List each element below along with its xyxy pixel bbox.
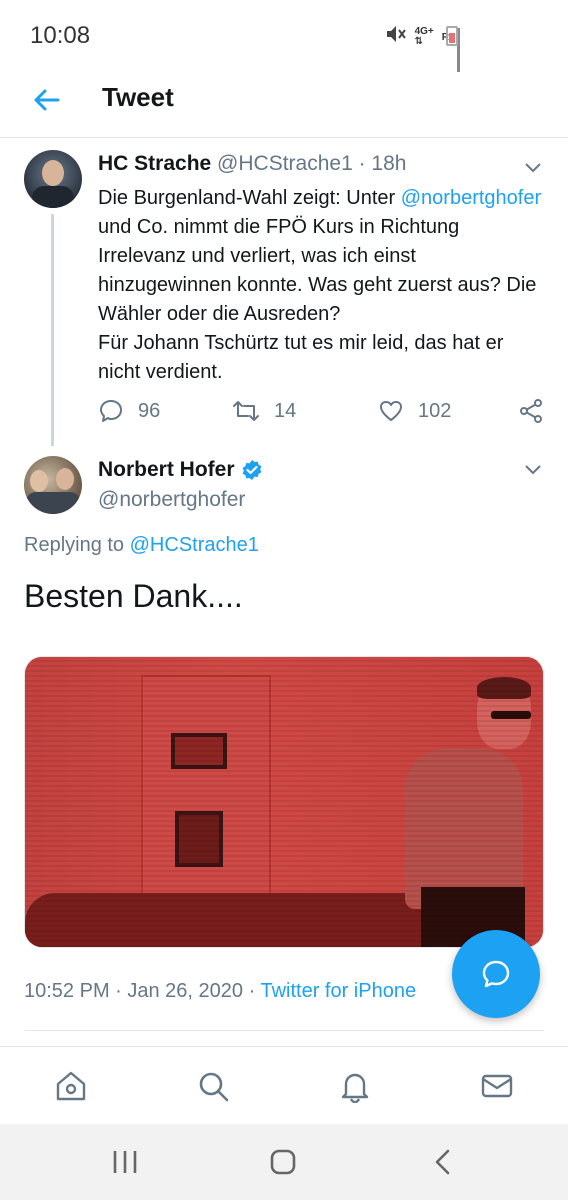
recent-apps-icon xyxy=(113,1151,137,1173)
system-back-button[interactable] xyxy=(428,1148,458,1176)
thread-line xyxy=(51,214,54,446)
recent-apps-button[interactable] xyxy=(110,1148,140,1176)
bottom-tab-bar xyxy=(0,1046,568,1124)
verified-badge-icon xyxy=(242,460,261,480)
tweet2-timestamp: 10:52 PM · Jan 26, 2020 · xyxy=(24,980,261,1002)
back-button[interactable] xyxy=(28,82,64,118)
tweet1-text-part: und Co. nimmt die FPÖ Kurs in Richtung I… xyxy=(98,216,537,325)
reply-count: 96 xyxy=(138,399,161,422)
retweet-button[interactable]: 14 xyxy=(232,398,296,424)
compose-reply-button[interactable] xyxy=(452,930,540,1018)
status-time: 10:08 xyxy=(30,22,91,49)
app-header: Tweet xyxy=(0,72,568,138)
tweet1-text-line2: Für Johann Tschürtz tut es mir leid, das… xyxy=(98,332,504,383)
compose-reply-icon xyxy=(482,960,510,988)
status-bar: 10:08 4G+ ⇅ R xyxy=(0,0,568,72)
tab-home[interactable] xyxy=(54,1069,88,1103)
tweet2-author-name[interactable]: Norbert Hofer xyxy=(98,458,235,482)
share-button[interactable] xyxy=(518,398,544,424)
bell-icon xyxy=(341,1073,369,1104)
tab-search[interactable] xyxy=(196,1069,230,1103)
tweet2-text: Besten Dank.... xyxy=(24,578,243,614)
page-title: Tweet xyxy=(102,82,174,112)
system-nav-bar xyxy=(0,1124,568,1200)
system-back-icon xyxy=(435,1149,450,1175)
tweet2-author-row: Norbert Hofer xyxy=(98,458,263,482)
tweet2-author-handle[interactable]: @norbertghofer xyxy=(98,488,245,512)
retweet-count: 14 xyxy=(274,399,297,422)
reply-icon xyxy=(100,400,122,422)
tweet1-separator: · xyxy=(358,152,372,175)
replying-to: Replying to @HCStrache1 xyxy=(24,534,259,557)
tweet2-meta: 10:52 PM · Jan 26, 2020 · Twitter for iP… xyxy=(24,980,416,1003)
tweet1-author-name[interactable]: HC Strache xyxy=(98,152,211,175)
reply-button[interactable]: 96 xyxy=(98,398,160,424)
chevron-down-icon xyxy=(525,163,541,173)
tweet1-author-handle[interactable]: @HCStrache1 xyxy=(217,152,353,175)
replying-to-link[interactable]: @HCStrache1 xyxy=(130,534,259,556)
search-icon xyxy=(199,1072,229,1102)
chevron-down-icon xyxy=(525,465,541,475)
tweet1-text-part: Die Burgenland-Wahl zeigt: Unter xyxy=(98,187,401,209)
system-home-button[interactable] xyxy=(268,1148,298,1176)
tweet1-text: Die Burgenland-Wahl zeigt: Unter @norber… xyxy=(98,184,548,387)
network-indicator: 4G+ ⇅ xyxy=(414,26,434,47)
share-icon xyxy=(520,399,542,423)
tweet1-mention-link[interactable]: @norbertghofer xyxy=(401,187,541,209)
replying-prefix: Replying to xyxy=(24,534,130,556)
divider xyxy=(24,1030,544,1031)
tweet1-age: 18h xyxy=(371,152,407,175)
mail-icon xyxy=(481,1074,513,1098)
tweet1-more-button[interactable] xyxy=(524,158,542,176)
tweet1-actions: 96 14 102 xyxy=(98,398,548,428)
tweet2-more-button[interactable] xyxy=(524,460,542,478)
arrow-left-icon xyxy=(34,89,60,111)
system-home-icon xyxy=(270,1149,296,1175)
like-button[interactable]: 102 xyxy=(378,398,451,424)
like-count: 102 xyxy=(418,399,452,422)
battery-icon xyxy=(446,26,458,46)
tab-notifications[interactable] xyxy=(338,1069,372,1104)
retweet-icon xyxy=(233,401,259,421)
avatar-hc-strache[interactable] xyxy=(24,150,82,208)
tweet2-source-link[interactable]: Twitter for iPhone xyxy=(260,980,416,1002)
tab-messages[interactable] xyxy=(480,1069,514,1103)
heart-icon xyxy=(380,401,402,421)
tweet1-author-row: HC Strache @HCStrache1 · 18h xyxy=(98,152,406,176)
avatar-norbert-hofer[interactable] xyxy=(24,456,82,514)
tweet2-media-image[interactable] xyxy=(24,656,544,948)
mute-icon xyxy=(385,24,407,50)
home-icon xyxy=(56,1071,86,1101)
